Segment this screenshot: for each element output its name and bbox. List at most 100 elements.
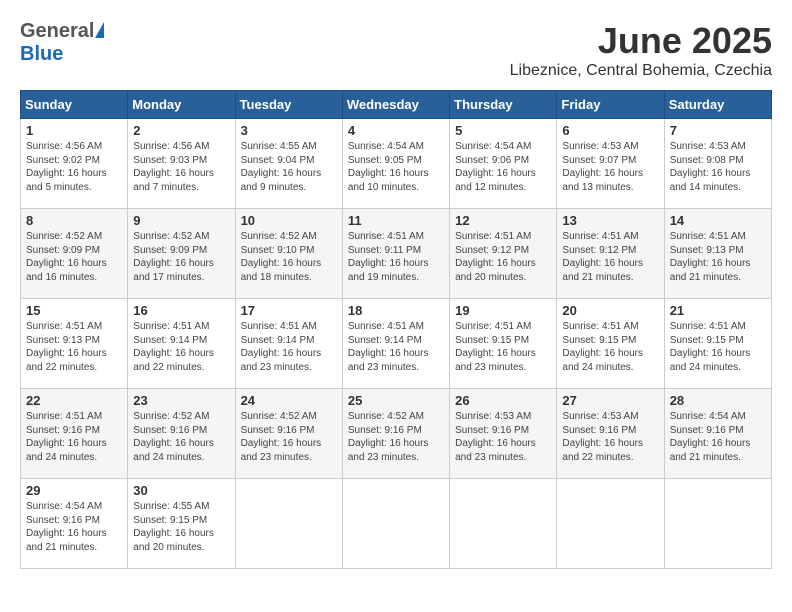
day-number: 20 <box>562 303 658 318</box>
day-info: Sunrise: 4:51 AMSunset: 9:14 PMDaylight:… <box>241 321 322 373</box>
calendar-cell: 13 Sunrise: 4:51 AMSunset: 9:12 PMDaylig… <box>557 209 664 299</box>
day-info: Sunrise: 4:52 AMSunset: 9:09 PMDaylight:… <box>133 231 214 283</box>
calendar-cell: 16 Sunrise: 4:51 AMSunset: 9:14 PMDaylig… <box>128 299 235 389</box>
day-number: 5 <box>455 123 551 138</box>
calendar-cell: 28 Sunrise: 4:54 AMSunset: 9:16 PMDaylig… <box>664 389 771 479</box>
calendar-header-row: SundayMondayTuesdayWednesdayThursdayFrid… <box>21 91 772 119</box>
day-info: Sunrise: 4:54 AMSunset: 9:05 PMDaylight:… <box>348 141 429 193</box>
calendar-header-saturday: Saturday <box>664 91 771 119</box>
day-number: 6 <box>562 123 658 138</box>
day-number: 14 <box>670 213 766 228</box>
calendar-cell: 1 Sunrise: 4:56 AMSunset: 9:02 PMDayligh… <box>21 119 128 209</box>
day-info: Sunrise: 4:51 AMSunset: 9:13 PMDaylight:… <box>670 231 751 283</box>
calendar-cell: 27 Sunrise: 4:53 AMSunset: 9:16 PMDaylig… <box>557 389 664 479</box>
calendar-cell: 14 Sunrise: 4:51 AMSunset: 9:13 PMDaylig… <box>664 209 771 299</box>
calendar-cell: 23 Sunrise: 4:52 AMSunset: 9:16 PMDaylig… <box>128 389 235 479</box>
day-info: Sunrise: 4:51 AMSunset: 9:15 PMDaylight:… <box>562 321 643 373</box>
day-number: 1 <box>26 123 122 138</box>
day-info: Sunrise: 4:52 AMSunset: 9:16 PMDaylight:… <box>241 411 322 463</box>
day-number: 18 <box>348 303 444 318</box>
calendar-week-row: 22 Sunrise: 4:51 AMSunset: 9:16 PMDaylig… <box>21 389 772 479</box>
calendar-cell: 22 Sunrise: 4:51 AMSunset: 9:16 PMDaylig… <box>21 389 128 479</box>
calendar-cell: 10 Sunrise: 4:52 AMSunset: 9:10 PMDaylig… <box>235 209 342 299</box>
day-info: Sunrise: 4:51 AMSunset: 9:11 PMDaylight:… <box>348 231 429 283</box>
calendar-header-tuesday: Tuesday <box>235 91 342 119</box>
day-info: Sunrise: 4:51 AMSunset: 9:12 PMDaylight:… <box>455 231 536 283</box>
day-number: 12 <box>455 213 551 228</box>
calendar-cell: 15 Sunrise: 4:51 AMSunset: 9:13 PMDaylig… <box>21 299 128 389</box>
calendar-cell <box>450 479 557 569</box>
day-number: 30 <box>133 483 229 498</box>
day-info: Sunrise: 4:56 AMSunset: 9:02 PMDaylight:… <box>26 141 107 193</box>
day-number: 9 <box>133 213 229 228</box>
day-info: Sunrise: 4:54 AMSunset: 9:16 PMDaylight:… <box>26 501 107 553</box>
day-number: 21 <box>670 303 766 318</box>
calendar-cell <box>342 479 449 569</box>
calendar-cell: 8 Sunrise: 4:52 AMSunset: 9:09 PMDayligh… <box>21 209 128 299</box>
day-info: Sunrise: 4:53 AMSunset: 9:07 PMDaylight:… <box>562 141 643 193</box>
calendar-cell: 17 Sunrise: 4:51 AMSunset: 9:14 PMDaylig… <box>235 299 342 389</box>
calendar-header-wednesday: Wednesday <box>342 91 449 119</box>
day-number: 11 <box>348 213 444 228</box>
day-number: 15 <box>26 303 122 318</box>
logo: General Blue <box>20 20 104 66</box>
calendar-cell: 24 Sunrise: 4:52 AMSunset: 9:16 PMDaylig… <box>235 389 342 479</box>
day-number: 3 <box>241 123 337 138</box>
month-year-title: June 2025 <box>510 20 772 62</box>
calendar-cell: 12 Sunrise: 4:51 AMSunset: 9:12 PMDaylig… <box>450 209 557 299</box>
day-info: Sunrise: 4:51 AMSunset: 9:14 PMDaylight:… <box>348 321 429 373</box>
day-info: Sunrise: 4:53 AMSunset: 9:16 PMDaylight:… <box>455 411 536 463</box>
calendar-cell <box>557 479 664 569</box>
calendar-cell <box>235 479 342 569</box>
calendar-cell: 30 Sunrise: 4:55 AMSunset: 9:15 PMDaylig… <box>128 479 235 569</box>
calendar-cell: 6 Sunrise: 4:53 AMSunset: 9:07 PMDayligh… <box>557 119 664 209</box>
calendar-cell: 9 Sunrise: 4:52 AMSunset: 9:09 PMDayligh… <box>128 209 235 299</box>
day-info: Sunrise: 4:56 AMSunset: 9:03 PMDaylight:… <box>133 141 214 193</box>
day-info: Sunrise: 4:51 AMSunset: 9:16 PMDaylight:… <box>26 411 107 463</box>
day-info: Sunrise: 4:51 AMSunset: 9:12 PMDaylight:… <box>562 231 643 283</box>
day-info: Sunrise: 4:51 AMSunset: 9:15 PMDaylight:… <box>670 321 751 373</box>
calendar-table: SundayMondayTuesdayWednesdayThursdayFrid… <box>20 90 772 569</box>
day-info: Sunrise: 4:52 AMSunset: 9:16 PMDaylight:… <box>348 411 429 463</box>
calendar-cell: 2 Sunrise: 4:56 AMSunset: 9:03 PMDayligh… <box>128 119 235 209</box>
day-number: 13 <box>562 213 658 228</box>
day-number: 16 <box>133 303 229 318</box>
calendar-cell: 7 Sunrise: 4:53 AMSunset: 9:08 PMDayligh… <box>664 119 771 209</box>
day-number: 7 <box>670 123 766 138</box>
calendar-header-thursday: Thursday <box>450 91 557 119</box>
day-info: Sunrise: 4:51 AMSunset: 9:13 PMDaylight:… <box>26 321 107 373</box>
day-number: 19 <box>455 303 551 318</box>
day-number: 26 <box>455 393 551 408</box>
calendar-week-row: 8 Sunrise: 4:52 AMSunset: 9:09 PMDayligh… <box>21 209 772 299</box>
day-info: Sunrise: 4:51 AMSunset: 9:15 PMDaylight:… <box>455 321 536 373</box>
calendar-cell: 11 Sunrise: 4:51 AMSunset: 9:11 PMDaylig… <box>342 209 449 299</box>
day-number: 27 <box>562 393 658 408</box>
calendar-header-sunday: Sunday <box>21 91 128 119</box>
day-info: Sunrise: 4:55 AMSunset: 9:15 PMDaylight:… <box>133 501 214 553</box>
calendar-cell: 21 Sunrise: 4:51 AMSunset: 9:15 PMDaylig… <box>664 299 771 389</box>
day-number: 29 <box>26 483 122 498</box>
logo-blue: Blue <box>20 43 63 65</box>
day-info: Sunrise: 4:55 AMSunset: 9:04 PMDaylight:… <box>241 141 322 193</box>
calendar-cell: 19 Sunrise: 4:51 AMSunset: 9:15 PMDaylig… <box>450 299 557 389</box>
day-info: Sunrise: 4:52 AMSunset: 9:10 PMDaylight:… <box>241 231 322 283</box>
calendar-header-monday: Monday <box>128 91 235 119</box>
calendar-cell: 3 Sunrise: 4:55 AMSunset: 9:04 PMDayligh… <box>235 119 342 209</box>
logo-triangle-icon <box>95 22 104 38</box>
day-info: Sunrise: 4:54 AMSunset: 9:16 PMDaylight:… <box>670 411 751 463</box>
day-number: 2 <box>133 123 229 138</box>
day-info: Sunrise: 4:54 AMSunset: 9:06 PMDaylight:… <box>455 141 536 193</box>
calendar-week-row: 29 Sunrise: 4:54 AMSunset: 9:16 PMDaylig… <box>21 479 772 569</box>
day-info: Sunrise: 4:53 AMSunset: 9:16 PMDaylight:… <box>562 411 643 463</box>
page-header: General Blue June 2025 Libeznice, Centra… <box>20 20 772 80</box>
calendar-cell: 25 Sunrise: 4:52 AMSunset: 9:16 PMDaylig… <box>342 389 449 479</box>
day-number: 22 <box>26 393 122 408</box>
day-number: 17 <box>241 303 337 318</box>
day-info: Sunrise: 4:51 AMSunset: 9:14 PMDaylight:… <box>133 321 214 373</box>
day-number: 4 <box>348 123 444 138</box>
calendar-header-friday: Friday <box>557 91 664 119</box>
day-info: Sunrise: 4:52 AMSunset: 9:16 PMDaylight:… <box>133 411 214 463</box>
day-number: 23 <box>133 393 229 408</box>
calendar-cell: 29 Sunrise: 4:54 AMSunset: 9:16 PMDaylig… <box>21 479 128 569</box>
location-subtitle: Libeznice, Central Bohemia, Czechia <box>510 62 772 80</box>
